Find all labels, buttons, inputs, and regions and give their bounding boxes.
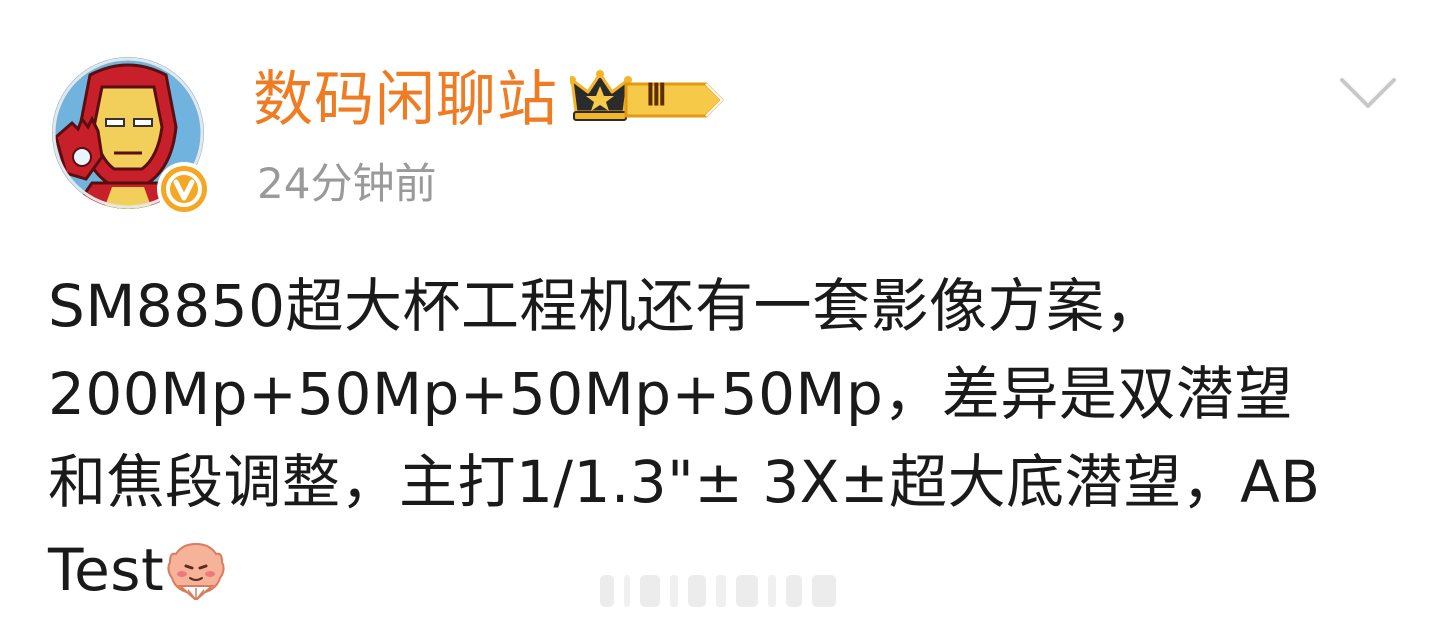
- author-name[interactable]: 数码闲聊站: [253, 64, 558, 136]
- chevron-down-icon: [1340, 78, 1396, 108]
- verified-icon: [155, 160, 213, 218]
- post-menu-button[interactable]: [1336, 72, 1400, 116]
- shy-face-emoji-icon: [166, 536, 226, 602]
- post-body: SM8850超大杯工程机还有一套影像方案， 200Mp+50Mp+50Mp+50…: [48, 262, 1388, 614]
- post-header: 数码闲聊站 Ⅲ 24分钟前: [0, 0, 1439, 240]
- post-body-line: 和焦段调整，主打1/1.3"± 3X±超大底潜望，AB: [48, 448, 1321, 516]
- post-body-line-text: Test: [48, 536, 165, 604]
- post-body-line: SM8850超大杯工程机还有一套影像方案，: [48, 272, 1163, 340]
- post-timestamp[interactable]: 24分钟前: [257, 158, 436, 210]
- level-badge-label: Ⅲ: [646, 79, 667, 112]
- post-body-line: 200Mp+50Mp+50Mp+50Mp，差异是双潜望: [48, 360, 1293, 428]
- level-badge[interactable]: Ⅲ: [568, 68, 726, 126]
- watermark-bars: [600, 573, 840, 609]
